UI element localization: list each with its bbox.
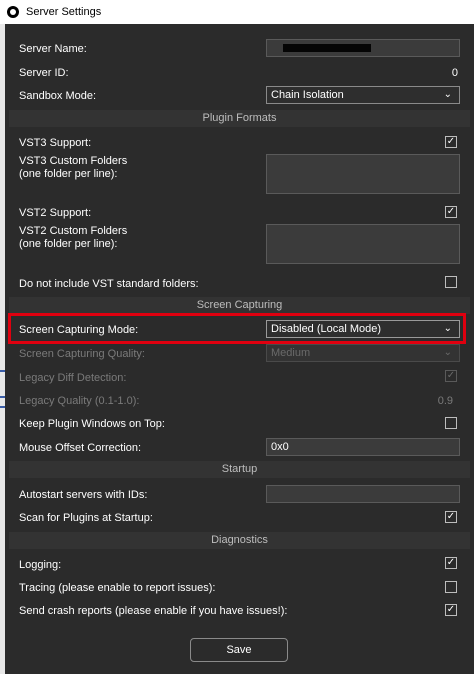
vst3-custom-folders-hint: (one folder per line):	[19, 168, 118, 180]
sandbox-mode-label: Sandbox Mode:	[19, 90, 97, 102]
section-plugin-formats: Plugin Formats	[9, 110, 470, 127]
vst2-support-label: VST2 Support:	[19, 207, 92, 219]
save-button[interactable]: Save	[190, 638, 288, 662]
vst2-custom-folders-label: VST2 Custom Folders	[19, 225, 128, 237]
vst3-custom-folders-input[interactable]	[266, 154, 460, 194]
scan-plugins-checkbox[interactable]: ✓	[445, 511, 457, 523]
legacy-quality-label: Legacy Quality (0.1-1.0):	[19, 395, 140, 407]
legacy-diff-detection-label: Legacy Diff Detection:	[19, 372, 127, 384]
sandbox-mode-value: Chain Isolation	[271, 89, 344, 101]
app-icon	[7, 6, 19, 18]
section-startup: Startup	[9, 461, 470, 478]
section-diagnostics: Diagnostics	[9, 532, 470, 549]
server-name-input[interactable]	[266, 39, 460, 57]
settings-panel: Server Name: Server ID: 0 Sandbox Mode: …	[5, 24, 474, 674]
screen-capturing-quality-select[interactable]: Medium ⌄	[266, 344, 460, 362]
scan-plugins-label: Scan for Plugins at Startup:	[19, 512, 153, 524]
crash-reports-checkbox[interactable]: ✓	[445, 604, 457, 616]
vst2-custom-folders-input[interactable]	[266, 224, 460, 264]
tracing-checkbox[interactable]	[445, 581, 457, 593]
keep-on-top-label: Keep Plugin Windows on Top:	[19, 418, 165, 430]
keep-on-top-checkbox[interactable]	[445, 417, 457, 429]
legacy-diff-detection-checkbox[interactable]: ✓	[445, 370, 457, 382]
redaction-bar	[283, 44, 371, 52]
vst3-support-label: VST3 Support:	[19, 137, 92, 149]
autostart-label: Autostart servers with IDs:	[19, 489, 148, 501]
mouse-offset-label: Mouse Offset Correction:	[19, 442, 142, 454]
screen-capturing-mode-label: Screen Capturing Mode:	[19, 324, 139, 336]
crash-reports-label: Send crash reports (please enable if you…	[19, 605, 288, 617]
server-id-label: Server ID:	[19, 67, 69, 79]
no-standard-folders-label: Do not include VST standard folders:	[19, 278, 199, 290]
screen-capturing-quality-value: Medium	[271, 347, 311, 359]
vst3-support-checkbox[interactable]: ✓	[445, 136, 457, 148]
title-bar: Server Settings	[0, 0, 474, 25]
vst2-support-checkbox[interactable]: ✓	[445, 206, 457, 218]
autostart-input[interactable]	[266, 485, 460, 503]
legacy-quality-value[interactable]: 0.9	[438, 395, 453, 407]
screen-capturing-mode-value: Disabled (Local Mode)	[271, 323, 382, 335]
server-id-value: 0	[451, 67, 458, 79]
chevron-down-icon: ⌄	[443, 347, 452, 358]
logging-checkbox[interactable]: ✓	[445, 557, 457, 569]
tracing-label: Tracing (please enable to report issues)…	[19, 582, 216, 594]
screen-capturing-mode-select[interactable]: Disabled (Local Mode) ⌄	[266, 320, 460, 338]
chevron-down-icon: ⌄	[443, 323, 452, 334]
server-name-label: Server Name:	[19, 43, 87, 55]
window-title: Server Settings	[26, 6, 102, 18]
no-standard-folders-checkbox[interactable]	[445, 276, 457, 288]
vst2-custom-folders-hint: (one folder per line):	[19, 238, 118, 250]
screen-capturing-quality-label: Screen Capturing Quality:	[19, 348, 145, 360]
logging-label: Logging:	[19, 559, 62, 571]
section-screen-capturing: Screen Capturing	[9, 297, 470, 314]
chevron-down-icon: ⌄	[443, 89, 452, 100]
vst3-custom-folders-label: VST3 Custom Folders	[19, 155, 128, 167]
sandbox-mode-select[interactable]: Chain Isolation ⌄	[266, 86, 460, 104]
mouse-offset-input[interactable]: 0x0	[266, 438, 460, 456]
